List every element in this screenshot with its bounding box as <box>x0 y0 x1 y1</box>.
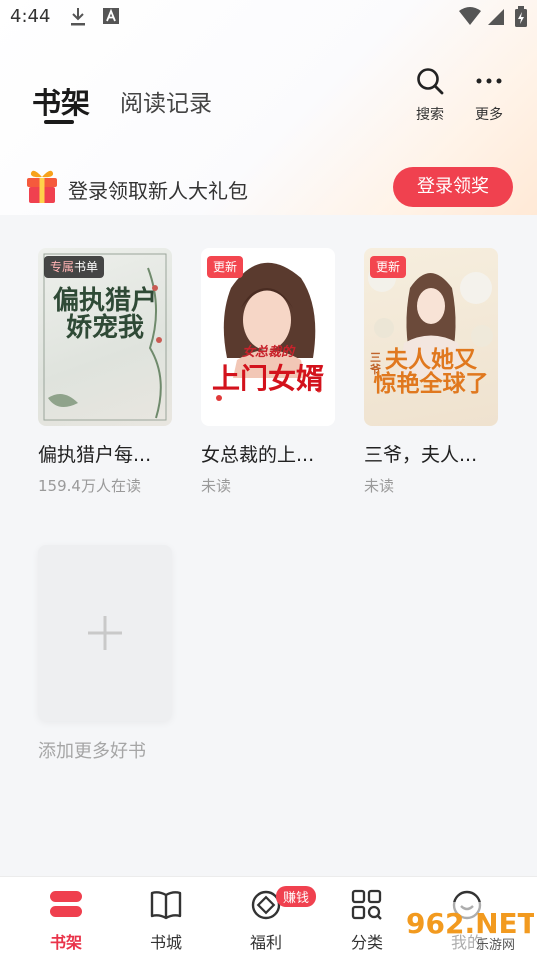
watermark-text: 962.NET <box>406 907 534 940</box>
nav-label: 书城 <box>149 933 182 952</box>
cover-title: 夫人她又 惊艳全球了 <box>373 346 489 398</box>
nav-bookstore[interactable]: 书城 <box>131 889 201 953</box>
tab-bookshelf[interactable]: 书架 <box>32 80 90 122</box>
exclusive-badge: 专属书单 <box>44 256 105 278</box>
update-badge: 更新 <box>207 256 244 278</box>
download-icon <box>68 6 88 32</box>
coin-icon <box>249 890 283 925</box>
cover-title: 偏执猎户 娇宠我 <box>52 286 157 344</box>
bookshelf-icon <box>48 891 84 925</box>
more-button[interactable]: 更多 <box>464 66 514 124</box>
book-card[interactable]: 更新 女总裁的 上门女婿 女总裁的上... 未读 <box>201 248 335 496</box>
plus-icon <box>86 614 124 656</box>
book-title: 偏执猎户每... <box>38 444 152 466</box>
book-cover[interactable]: 更新 女总裁的 上门女婿 <box>201 248 335 426</box>
wifi-icon <box>458 6 482 30</box>
category-icon <box>350 889 384 925</box>
nav-category[interactable]: 分类 <box>332 889 402 953</box>
book-icon <box>149 891 183 925</box>
battery-icon <box>514 6 528 32</box>
book-title: 女总裁的上... <box>201 444 315 466</box>
watermark-logo: 962.NET 乐游网 <box>400 902 537 954</box>
book-title: 三爷，夫人... <box>364 444 478 466</box>
status-bar: 4:44 <box>0 0 537 36</box>
promo-text: 登录领取新人大礼包 <box>68 179 248 203</box>
book-card[interactable]: 专属书单 偏执猎户 娇宠我 偏执猎户每... 159.4万人在读 <box>38 248 172 496</box>
search-button[interactable]: 搜索 <box>405 66 455 124</box>
nav-label: 书架 <box>49 933 82 952</box>
update-badge: 更新 <box>370 256 407 278</box>
more-icon <box>474 78 504 100</box>
login-reward-button[interactable]: 登录领奖 <box>393 167 513 207</box>
signal-icon <box>486 6 506 30</box>
cover-title: 上门女婿 <box>211 362 324 395</box>
gift-icon <box>24 167 60 209</box>
book-read-status: 未读 <box>201 477 232 495</box>
nav-label: 分类 <box>350 933 383 952</box>
tab-reading-history[interactable]: 阅读记录 <box>120 84 212 118</box>
book-card[interactable]: 更新 三爷 夫人她又 惊艳全球了 三爷，夫人... 未读 <box>364 248 498 496</box>
earn-money-badge: 赚钱 <box>276 886 317 907</box>
add-book-card[interactable] <box>38 545 172 721</box>
more-label: 更多 <box>475 107 503 123</box>
book-cover[interactable]: 更新 三爷 夫人她又 惊艳全球了 <box>364 248 498 426</box>
search-label: 搜索 <box>416 107 444 123</box>
search-icon <box>415 68 445 100</box>
tab-active-indicator <box>44 120 74 124</box>
nav-bookshelf[interactable]: 书架 <box>31 889 101 953</box>
status-time: 4:44 <box>10 6 51 27</box>
nav-label: 福利 <box>249 933 282 952</box>
book-readers: 159.4万人在读 <box>38 477 141 495</box>
watermark-subtext: 乐游网 <box>476 938 515 953</box>
font-icon <box>102 6 120 30</box>
book-read-status: 未读 <box>364 477 395 495</box>
cover-subtitle: 女总裁的 <box>241 345 294 360</box>
add-more-label: 添加更多好书 <box>38 741 146 762</box>
book-cover[interactable]: 专属书单 偏执猎户 娇宠我 <box>38 248 172 426</box>
